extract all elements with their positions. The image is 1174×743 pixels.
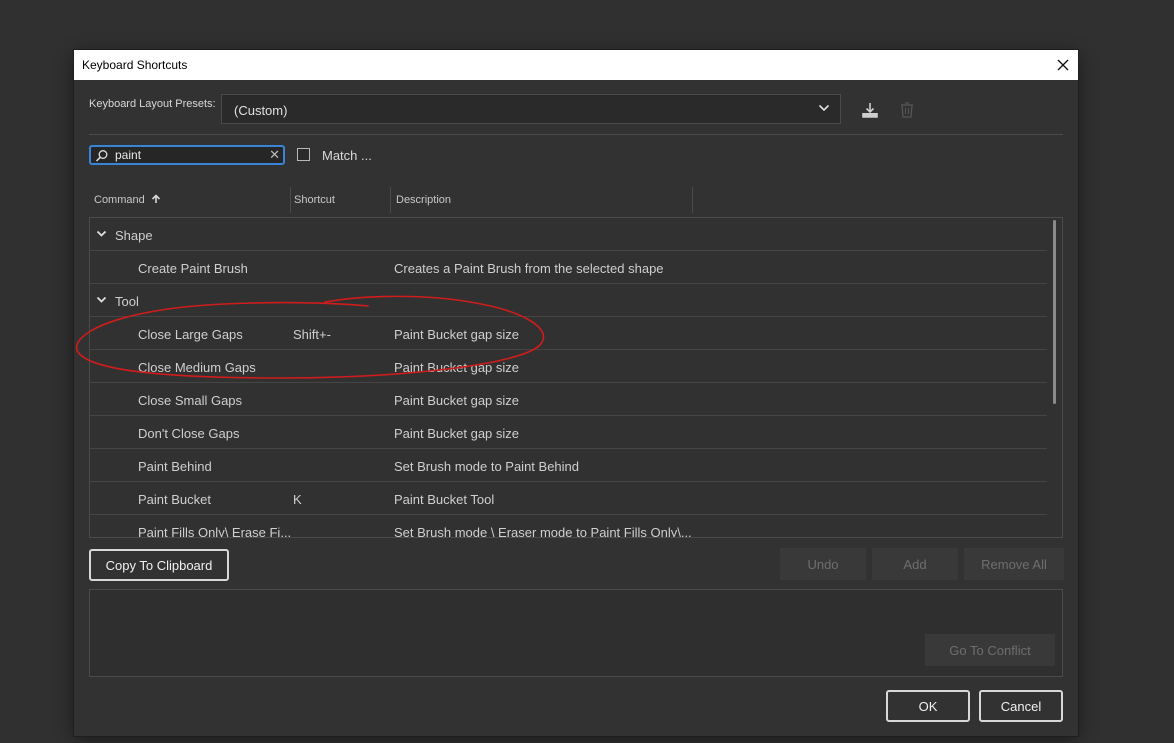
save-download-icon[interactable] [860,100,880,120]
title-bar: Keyboard Shortcuts [74,50,1078,80]
command-cell: Close Large Gaps [138,327,243,342]
description-cell: Set Brush mode \ Eraser mode to Paint Fi… [394,525,692,538]
description-cell: Paint Bucket gap size [394,360,520,375]
command-cell: Paint Behind [138,459,212,474]
table-row[interactable]: Close Large Gaps Shift+- Paint Bucket ga… [90,317,1047,350]
table-row[interactable]: Close Small Gaps Paint Bucket gap size [90,383,1047,416]
table-row[interactable]: Paint Bucket K Paint Bucket Tool [90,482,1047,515]
chevron-down-icon[interactable] [96,229,107,239]
column-description-label: Description [396,194,452,206]
copy-to-clipboard-button[interactable]: Copy To Clipboard [89,549,229,581]
search-input[interactable] [115,148,265,162]
keyboard-shortcuts-dialog: Keyboard Shortcuts Keyboard Layout Prese… [74,50,1078,736]
group-label: Tool [115,294,139,309]
command-cell: Close Medium Gaps [138,360,256,375]
description-cell: Paint Bucket gap size [394,327,520,342]
ok-button[interactable]: OK [886,690,970,722]
search-icon [95,150,108,162]
group-label: Shape [115,228,153,243]
command-cell: Paint Fills Only\ Erase Fi... [138,525,292,538]
table-row[interactable]: Close Medium Gaps Paint Bucket gap size [90,350,1047,383]
cancel-button[interactable]: Cancel [979,690,1063,722]
shortcut-cell[interactable]: Shift+- [293,327,331,342]
shortcut-cell[interactable]: K [293,492,302,507]
table-row[interactable]: Paint Behind Set Brush mode to Paint Beh… [90,449,1047,482]
preset-value: (Custom) [234,103,288,118]
description-cell: Creates a Paint Brush from the selected … [394,261,664,276]
preset-dropdown[interactable]: (Custom) [221,94,841,124]
clear-icon[interactable]: ✕ [269,147,280,163]
conflict-pane: Go To Conflict [89,589,1063,677]
match-checkbox[interactable] [297,148,310,161]
column-shortcut-label: Shortcut [294,194,335,206]
description-cell: Paint Bucket gap size [394,426,520,441]
column-separator[interactable] [290,187,291,213]
command-cell: Create Paint Brush [138,261,248,276]
match-label: Match ... [322,148,372,163]
remove-all-button[interactable]: Remove All [964,548,1064,580]
command-cell: Close Small Gaps [138,393,243,408]
go-to-conflict-button[interactable]: Go To Conflict [925,634,1055,666]
scrollbar-thumb[interactable] [1053,220,1056,404]
column-header-description[interactable]: Description [396,189,692,215]
column-header-command[interactable]: Command [94,189,290,215]
column-header-shortcut[interactable]: Shortcut [294,189,390,215]
column-separator[interactable] [390,187,391,213]
description-cell: Set Brush mode to Paint Behind [394,459,580,474]
column-separator[interactable] [692,187,693,213]
divider [89,134,1063,135]
command-cell: Don't Close Gaps [138,426,240,441]
dialog-title: Keyboard Shortcuts [82,58,188,72]
shortcuts-table[interactable]: Shape Create Paint Brush Creates a Paint… [89,217,1063,538]
sort-ascending-icon [151,194,160,203]
table-row[interactable]: Don't Close Gaps Paint Bucket gap size [90,416,1047,449]
trash-icon[interactable] [897,100,917,120]
description-cell: Paint Bucket Tool [394,492,495,507]
add-button[interactable]: Add [872,548,958,580]
presets-label: Keyboard Layout Presets: [89,98,216,110]
command-cell: Paint Bucket [138,492,211,507]
chevron-down-icon[interactable] [96,295,107,305]
group-row-tool[interactable]: Tool [90,284,1047,317]
close-icon[interactable] [1048,50,1078,80]
search-box[interactable]: ✕ [89,145,285,165]
group-row-shape[interactable]: Shape [90,218,1047,251]
table-row[interactable]: Paint Fills Only\ Erase Fi... Set Brush … [90,515,1047,538]
column-command-label: Command [94,194,145,206]
table-row[interactable]: Create Paint Brush Creates a Paint Brush… [90,251,1047,284]
undo-button[interactable]: Undo [780,548,866,580]
description-cell: Paint Bucket gap size [394,393,520,408]
chevron-down-icon [818,104,830,112]
